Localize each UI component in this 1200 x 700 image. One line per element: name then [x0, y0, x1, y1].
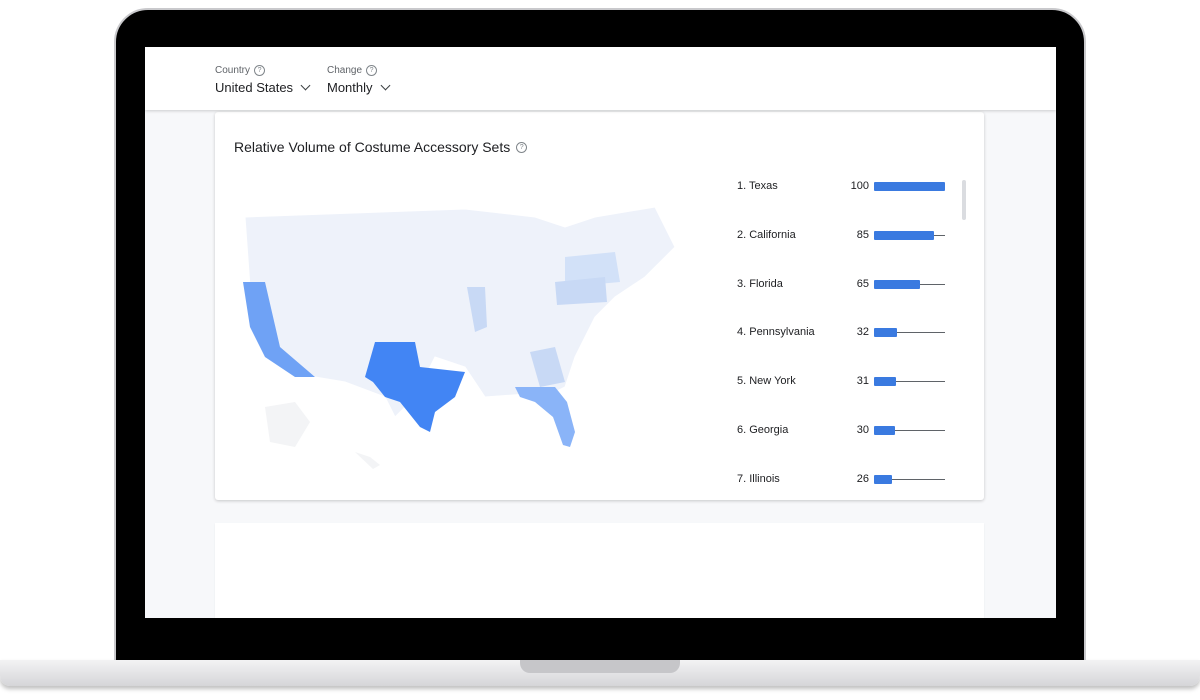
ranking-label: 4. Pennsylvania: [737, 326, 815, 339]
state-hawaii[interactable]: [355, 452, 380, 469]
filter-bar: Country ? United States Change ? Monthly: [145, 47, 1056, 110]
us-state-map[interactable]: [235, 207, 675, 477]
ranking-bar: [874, 230, 935, 240]
change-value: Monthly: [327, 80, 373, 95]
card-title-row: Relative Volume of Costume Accessory Set…: [234, 139, 528, 155]
map-base: [244, 207, 675, 418]
ranking-bar: [874, 328, 897, 338]
ranking-value: 100: [850, 180, 869, 192]
ranking-value: 65: [856, 277, 869, 290]
chevron-down-icon: [380, 80, 390, 91]
ranking-bar: [874, 182, 945, 191]
secondary-card: [215, 523, 984, 618]
ranking-label: 1. Texas: [737, 180, 778, 192]
ranking-bar: [874, 377, 896, 387]
change-filter-label-row: Change ?: [327, 65, 389, 76]
ranking-value: 30: [856, 424, 869, 436]
country-value: United States: [215, 80, 294, 95]
ranking-label: 5. New York: [737, 375, 796, 388]
ranking-bar: [874, 279, 921, 289]
change-label: Change: [327, 65, 363, 76]
help-icon[interactable]: ?: [366, 65, 378, 76]
card-title: Relative Volume of Costume Accessory Set…: [234, 139, 511, 155]
ranking-label: 6. Georgia: [737, 424, 789, 436]
ranking-bar: [874, 474, 893, 484]
ranking-row[interactable]: 6. Georgia 30: [737, 424, 949, 438]
help-icon[interactable]: ?: [516, 141, 528, 153]
ranking-label: 3. Florida: [737, 277, 783, 290]
ranking-row[interactable]: 3. Florida 65: [737, 278, 949, 292]
ranking-value: 32: [856, 326, 869, 339]
change-dropdown[interactable]: Monthly: [327, 80, 390, 95]
ranking-row[interactable]: 1. Texas 100: [737, 180, 949, 194]
ranking-row[interactable]: 2. California 85: [737, 229, 949, 243]
ranking-value: 31: [856, 375, 869, 388]
ranking-row[interactable]: 5. New York 31: [737, 375, 949, 389]
laptop-notch: [520, 660, 680, 673]
ranking-label: 2. California: [737, 228, 796, 241]
laptop-base: [0, 660, 1200, 686]
change-filter[interactable]: Change ? Monthly: [327, 65, 390, 95]
chevron-down-icon: [300, 80, 311, 91]
state-alaska[interactable]: [265, 402, 310, 447]
volume-card: Relative Volume of Costume Accessory Set…: [215, 112, 984, 500]
ranking-row[interactable]: 7. Illinois 26: [737, 473, 949, 487]
ranking-scrollbar[interactable]: [962, 180, 966, 220]
help-icon[interactable]: ?: [254, 65, 266, 76]
ranking-row[interactable]: 4. Pennsylvania 32: [737, 326, 949, 340]
state-florida[interactable]: [515, 387, 575, 447]
country-label: Country: [215, 65, 251, 76]
country-filter[interactable]: Country ? United States: [215, 65, 311, 95]
ranking-bar: [874, 426, 896, 435]
country-filter-label-row: Country ?: [215, 65, 309, 76]
app-screen: Country ? United States Change ? Monthly…: [145, 47, 1056, 618]
country-dropdown[interactable]: United States: [215, 80, 311, 95]
ranking-value: 85: [856, 228, 869, 241]
ranking-value: 26: [856, 472, 869, 485]
ranking-label: 7. Illinois: [737, 472, 780, 485]
